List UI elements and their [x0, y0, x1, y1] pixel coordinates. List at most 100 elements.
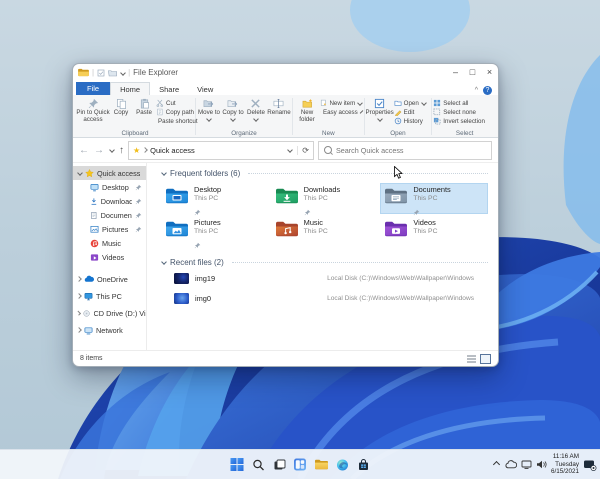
button-label: Easy access — [322, 108, 358, 116]
sidebar-item-this-pc[interactable]: This PC — [73, 289, 146, 303]
address-bar[interactable]: ★ Quick access ⟳ — [128, 140, 314, 160]
edge-button[interactable] — [334, 456, 351, 473]
task-view-button[interactable] — [271, 456, 288, 473]
easy-access-button[interactable]: Easy access — [320, 108, 364, 116]
properties-qat-icon[interactable] — [97, 69, 105, 77]
expand-icon[interactable] — [77, 170, 83, 176]
history-button[interactable]: History — [394, 117, 428, 125]
recent-file-row[interactable]: img0 Local Disk (C:)\Windows\Web\Wallpap… — [161, 288, 488, 308]
open-button[interactable]: Open — [394, 99, 428, 107]
file-path: Local Disk (C:)\Windows\Web\Wallpaper\Wi… — [327, 294, 474, 302]
sidebar-item-documents[interactable]: Documents — [73, 208, 146, 222]
tab-home[interactable]: Home — [110, 82, 151, 95]
tab-file[interactable]: File — [76, 82, 111, 95]
button-label: Edit — [403, 108, 415, 116]
minimize-button[interactable]: – — [447, 64, 464, 81]
downloads-folder-icon — [275, 188, 298, 204]
move-to-button[interactable]: Move to — [197, 97, 221, 122]
folder-tile-desktop[interactable]: Desktop This PC — [161, 183, 269, 216]
file-explorer-window: | | File Explorer – □ × File Home Share … — [72, 63, 499, 367]
collapsed-icon[interactable] — [76, 327, 82, 333]
forward-icon[interactable]: → — [94, 145, 104, 156]
folder-tile-pictures[interactable]: Pictures This PC — [161, 216, 269, 249]
sidebar-item-onedrive[interactable]: OneDrive — [73, 272, 146, 286]
folder-tile-videos[interactable]: Videos This PC — [380, 216, 488, 247]
up-icon[interactable]: ↑ — [119, 145, 124, 156]
close-button[interactable]: × — [481, 64, 498, 81]
select-none-button[interactable]: Select none — [433, 108, 495, 116]
maximize-button[interactable]: □ — [464, 64, 481, 81]
file-name: img19 — [195, 273, 216, 283]
sidebar-item-network[interactable]: Network — [73, 323, 146, 337]
sidebar-item-quick-access[interactable]: Quick access — [73, 166, 146, 180]
recent-file-row[interactable]: img19 Local Disk (C:)\Windows\Web\Wallpa… — [161, 268, 488, 288]
new-folder-button[interactable]: New folder — [294, 97, 320, 124]
file-explorer-button[interactable] — [313, 456, 330, 473]
title-bar[interactable]: | | File Explorer – □ × — [73, 64, 498, 81]
sidebar-item-videos[interactable]: Videos — [73, 250, 146, 264]
edit-button[interactable]: Edit — [394, 108, 428, 116]
onedrive-tray-icon[interactable] — [505, 460, 517, 469]
pin-to-quick-access-button[interactable]: Pin to Quick access — [76, 97, 110, 124]
notifications-icon[interactable] — [583, 459, 597, 471]
new-item-button[interactable]: New item — [320, 99, 363, 107]
cut-button[interactable]: Cut — [156, 99, 194, 107]
search-button[interactable] — [250, 456, 267, 473]
paste-shortcut-button[interactable]: Paste shortcut — [156, 117, 198, 125]
collapsed-icon[interactable] — [76, 310, 82, 316]
frequent-folders-header[interactable]: Frequent folders (6) — [161, 167, 488, 179]
address-dropdown-icon[interactable] — [287, 147, 294, 153]
items-view: Frequent folders (6) Desktop This PC Dow… — [147, 163, 498, 350]
clock[interactable]: 11:16 AM Tuesday 6/15/2021 — [551, 453, 579, 477]
new-folder-qat-icon[interactable] — [108, 69, 118, 77]
tray-overflow-icon[interactable] — [492, 460, 501, 469]
sidebar-item-cd-drive[interactable]: CD Drive (D:) Virtual — [73, 306, 146, 320]
address-location[interactable]: Quick access — [150, 146, 195, 155]
collapse-ribbon-icon[interactable]: ^ — [475, 87, 478, 94]
folder-tile-documents[interactable]: Documents This PC — [380, 183, 488, 216]
network-tray-icon[interactable] — [521, 460, 532, 469]
sidebar-item-downloads[interactable]: Downloads — [73, 194, 146, 208]
large-icons-view-icon[interactable] — [480, 353, 491, 364]
help-icon[interactable]: ? — [483, 86, 492, 95]
folder-tile-music[interactable]: Music This PC — [271, 216, 379, 247]
store-button[interactable] — [355, 456, 372, 473]
sidebar-item-music[interactable]: Music — [73, 236, 146, 250]
collapse-icon[interactable] — [161, 170, 167, 176]
properties-button[interactable]: Properties — [366, 97, 394, 122]
sidebar-item-desktop[interactable]: Desktop — [73, 180, 146, 194]
sidebar-item-label: Network — [96, 325, 123, 335]
search-box[interactable] — [318, 140, 492, 160]
button-label: Open — [403, 99, 419, 107]
copy-to-button[interactable]: Copy to — [221, 97, 245, 122]
widgets-button[interactable] — [292, 456, 309, 473]
invert-selection-button[interactable]: Invert selection — [433, 117, 495, 125]
delete-button[interactable]: Delete — [245, 97, 267, 122]
folder-name: Downloads — [303, 185, 341, 194]
volume-tray-icon[interactable] — [536, 460, 547, 469]
copy-path-button[interactable]: Copy path — [156, 108, 194, 116]
back-icon[interactable]: ← — [79, 145, 89, 156]
tab-share[interactable]: Share — [150, 83, 188, 95]
details-view-icon[interactable] — [467, 354, 476, 363]
folder-tile-downloads[interactable]: Downloads This PC — [271, 183, 379, 216]
select-all-button[interactable]: Select all — [433, 99, 495, 107]
store-icon — [358, 458, 368, 470]
collapsed-icon[interactable] — [76, 276, 82, 282]
qat-dropdown-icon[interactable] — [120, 69, 126, 76]
recent-files-header[interactable]: Recent files (2) — [161, 256, 488, 268]
tab-view[interactable]: View — [188, 83, 222, 95]
paste-button[interactable]: Paste — [132, 97, 156, 117]
sidebar-item-pictures[interactable]: Pictures — [73, 222, 146, 236]
recent-locations-icon[interactable] — [109, 147, 115, 153]
rename-button[interactable]: Rename — [267, 97, 291, 117]
collapse-icon[interactable] — [161, 259, 167, 265]
collapsed-icon[interactable] — [76, 293, 82, 299]
start-button[interactable] — [229, 456, 246, 473]
taskbar-center-icons — [229, 450, 372, 479]
copy-button[interactable]: Copy — [110, 97, 132, 117]
button-label: Cut — [166, 99, 176, 107]
search-input[interactable] — [336, 145, 486, 155]
refresh-icon[interactable]: ⟳ — [297, 145, 309, 155]
section-title: Frequent folders (6) — [170, 168, 241, 178]
